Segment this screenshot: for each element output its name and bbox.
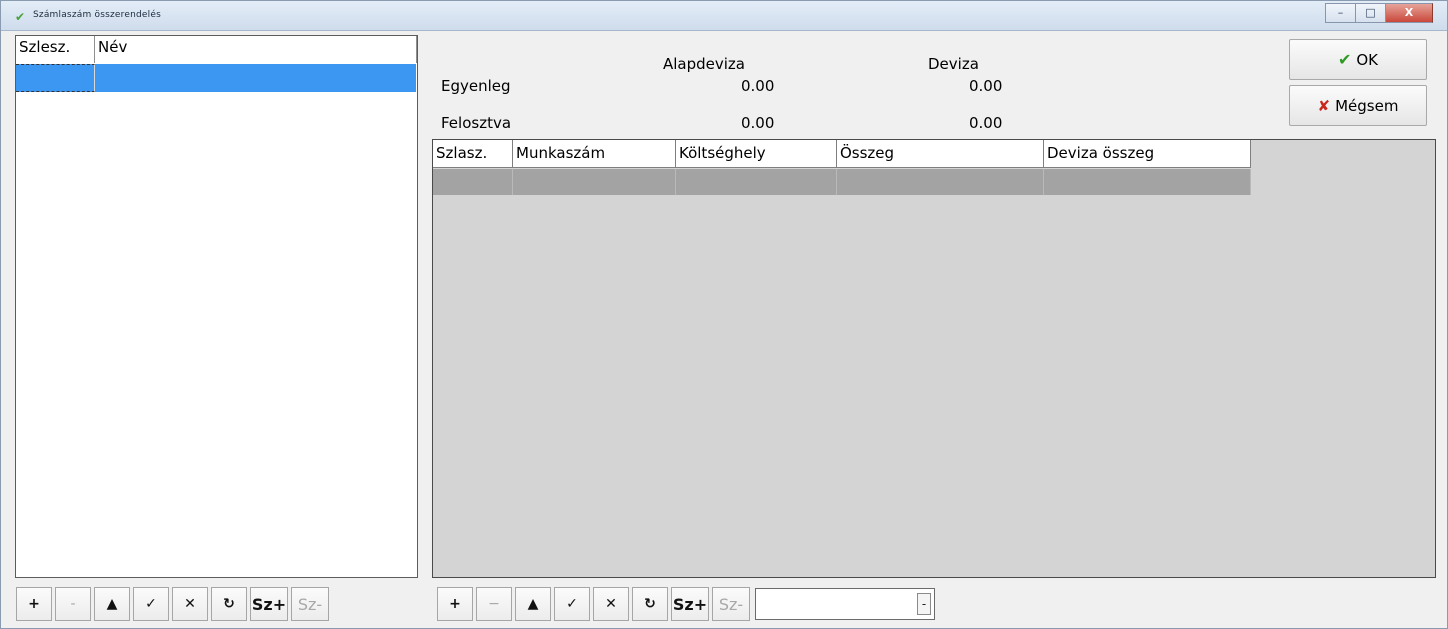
maximize-button[interactable]: □ — [1355, 3, 1385, 23]
balance-summary: Alapdeviza Deviza Egyenleg 0.00 0.00 Fel… — [431, 37, 1286, 140]
remove-number-button[interactable]: Sz- — [291, 587, 329, 621]
cell-deviza-osszeg[interactable] — [1044, 169, 1251, 195]
balance-currency-value: 0.00 — [969, 77, 1003, 95]
window: ✔ Számlaszám összerendelés – □ X Szlesz.… — [0, 0, 1448, 629]
title-bar[interactable]: ✔ Számlaszám összerendelés – □ X — [1, 1, 1447, 31]
balance-base-value: 0.00 — [741, 77, 775, 95]
cell-osszeg[interactable] — [837, 169, 1044, 195]
column-header-deviza-osszeg[interactable]: Deviza összeg — [1044, 140, 1251, 168]
account-list-grid[interactable]: Szlesz. Név — [15, 35, 418, 578]
close-button[interactable]: X — [1385, 3, 1433, 23]
column-label-base-currency: Alapdeviza — [663, 55, 746, 73]
cancel-label: Mégsem — [1335, 96, 1399, 115]
cancel-edit-button[interactable]: ✕ — [593, 587, 629, 621]
move-up-button[interactable]: ▲ — [515, 587, 551, 621]
distributed-label: Felosztva — [441, 114, 512, 132]
cross-icon: ✘ — [1317, 96, 1331, 115]
left-navigator-toolbar: + - ▲ ✓ ✕ ↻ Sz+ Sz- — [16, 587, 329, 621]
window-title: Számlaszám összerendelés — [33, 10, 161, 20]
column-header-munkaszam[interactable]: Munkaszám — [513, 140, 676, 168]
distributed-base-value: 0.00 — [741, 114, 775, 132]
table-row[interactable] — [433, 169, 1251, 195]
cell-munkaszam[interactable] — [513, 169, 676, 195]
first-record-button[interactable]: + — [16, 587, 52, 621]
account-list-header: Szlesz. Név — [16, 36, 417, 63]
allocation-grid-header: Szlasz. Munkaszám Költséghely Összeg Dev… — [433, 140, 1251, 168]
right-navigator-toolbar: + − ▲ ✓ ✕ ↻ Sz+ Sz- - — [437, 587, 935, 621]
first-record-button[interactable]: + — [437, 587, 473, 621]
checkmark-icon: ✔ — [1337, 50, 1352, 69]
balance-label: Egyenleg — [441, 77, 511, 95]
prior-record-button[interactable]: − — [476, 587, 512, 621]
refresh-button[interactable]: ↻ — [632, 587, 668, 621]
app-check-icon: ✔ — [15, 10, 26, 24]
prior-record-button[interactable]: - — [55, 587, 91, 621]
cancel-edit-button[interactable]: ✕ — [172, 587, 208, 621]
cell-koltseghely[interactable] — [676, 169, 837, 195]
column-header-szlasz[interactable]: Szlasz. — [433, 140, 513, 168]
move-up-button[interactable]: ▲ — [94, 587, 130, 621]
column-header-koltseghely[interactable]: Költséghely — [676, 140, 837, 168]
column-label-currency: Deviza — [928, 55, 979, 73]
post-button[interactable]: ✓ — [133, 587, 169, 621]
add-number-button[interactable]: Sz+ — [250, 587, 288, 621]
column-header-nev[interactable]: Név — [95, 36, 417, 63]
cell-szlasz[interactable] — [433, 169, 513, 195]
add-number-button[interactable]: Sz+ — [671, 587, 709, 621]
cell-szlesz[interactable] — [16, 64, 95, 92]
ok-button[interactable]: ✔ OK — [1289, 39, 1427, 80]
cancel-button[interactable]: ✘ Mégsem — [1289, 85, 1427, 126]
refresh-button[interactable]: ↻ — [211, 587, 247, 621]
post-button[interactable]: ✓ — [554, 587, 590, 621]
remove-number-button[interactable]: Sz- — [712, 587, 750, 621]
table-row-selected[interactable] — [16, 64, 416, 92]
minimize-button[interactable]: – — [1325, 3, 1355, 23]
ok-label: OK — [1356, 50, 1379, 69]
distributed-currency-value: 0.00 — [969, 114, 1003, 132]
filter-combobox[interactable]: - — [755, 588, 935, 620]
allocation-grid[interactable]: Szlasz. Munkaszám Költséghely Összeg Dev… — [432, 139, 1436, 578]
column-header-osszeg[interactable]: Összeg — [837, 140, 1044, 168]
dropdown-arrow-icon[interactable]: - — [917, 593, 931, 615]
window-controls: – □ X — [1325, 3, 1433, 23]
column-header-szlesz[interactable]: Szlesz. — [16, 36, 95, 63]
cell-nev[interactable] — [95, 64, 416, 92]
